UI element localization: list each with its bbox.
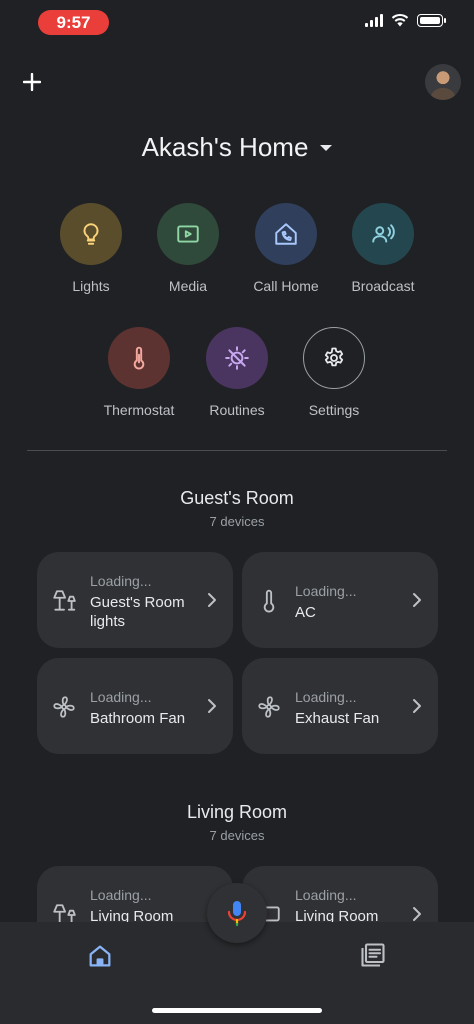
plus-icon <box>23 73 41 91</box>
action-label: Lights <box>72 278 110 294</box>
avatar[interactable] <box>425 64 461 100</box>
caret-down-icon <box>320 144 333 151</box>
status-icons <box>365 13 446 27</box>
fan-icon <box>258 696 280 718</box>
device-card[interactable]: Loading... Bathroom Fan <box>37 658 233 754</box>
device-status: Loading... <box>295 583 357 599</box>
divider <box>27 450 447 451</box>
home-selector[interactable]: Akash's Home <box>0 132 474 163</box>
room-title: Living Room <box>186 802 288 822</box>
home-icon <box>89 945 111 967</box>
action-media[interactable]: Media <box>138 203 238 294</box>
broadcast-icon <box>372 224 395 243</box>
chevron-right-icon <box>413 907 421 921</box>
action-label: Media <box>168 278 208 294</box>
chevron-right-icon <box>413 593 421 607</box>
action-settings[interactable]: Settings <box>284 327 384 418</box>
room-device-count: 7 devices <box>209 514 265 529</box>
lightbulb-icon <box>83 223 99 245</box>
tab-home[interactable] <box>86 942 114 970</box>
action-broadcast[interactable]: Broadcast <box>333 203 433 294</box>
device-name: Guest's Room lights <box>90 594 185 630</box>
battery-icon <box>417 13 446 27</box>
lamp-icon <box>53 590 76 611</box>
action-label: Settings <box>308 402 360 418</box>
device-name: Exhaust Fan <box>295 710 380 727</box>
fan-icon <box>53 696 75 718</box>
chevron-right-icon <box>208 593 216 607</box>
thermostat-icon <box>133 346 145 370</box>
call-home-icon <box>275 223 297 245</box>
room-title: Guest's Room <box>180 488 294 508</box>
device-name: AC <box>295 604 316 621</box>
device-name: Bathroom Fan <box>90 710 186 727</box>
media-play-icon <box>177 225 199 243</box>
cellular-signal-icon <box>365 13 383 27</box>
device-status: Loading... <box>90 887 152 903</box>
device-card[interactable]: Loading... Guest's Room lights <box>37 552 233 648</box>
add-button[interactable] <box>18 68 46 96</box>
voice-assistant-button[interactable] <box>207 883 267 943</box>
action-label: Routines <box>209 402 265 418</box>
gear-icon <box>324 347 344 367</box>
status-time: 9:57 <box>38 10 109 35</box>
chevron-right-icon <box>413 699 421 713</box>
room-device-count: 7 devices <box>209 828 265 843</box>
tab-feed[interactable] <box>359 941 387 969</box>
action-label: Call Home <box>253 278 319 294</box>
wifi-icon <box>391 13 409 27</box>
device-card[interactable]: Loading... Exhaust Fan <box>242 658 438 754</box>
home-name: Akash's Home <box>141 132 309 162</box>
feed-icon <box>361 943 385 967</box>
chevron-right-icon <box>208 699 216 713</box>
device-status: Loading... <box>295 887 357 903</box>
device-card[interactable]: Loading... AC <box>242 552 438 648</box>
action-call-home[interactable]: Call Home <box>236 203 336 294</box>
action-lights[interactable]: Lights <box>41 203 141 294</box>
action-label: Thermostat <box>103 402 175 418</box>
device-status: Loading... <box>90 689 152 705</box>
action-label: Broadcast <box>351 278 415 294</box>
routines-icon <box>225 346 249 370</box>
home-indicator <box>152 1008 322 1013</box>
action-thermostat[interactable]: Thermostat <box>89 327 189 418</box>
thermometer-icon <box>263 589 275 613</box>
action-routines[interactable]: Routines <box>187 327 287 418</box>
device-status: Loading... <box>90 573 152 589</box>
device-status: Loading... <box>295 689 357 705</box>
microphone-icon <box>227 901 247 927</box>
